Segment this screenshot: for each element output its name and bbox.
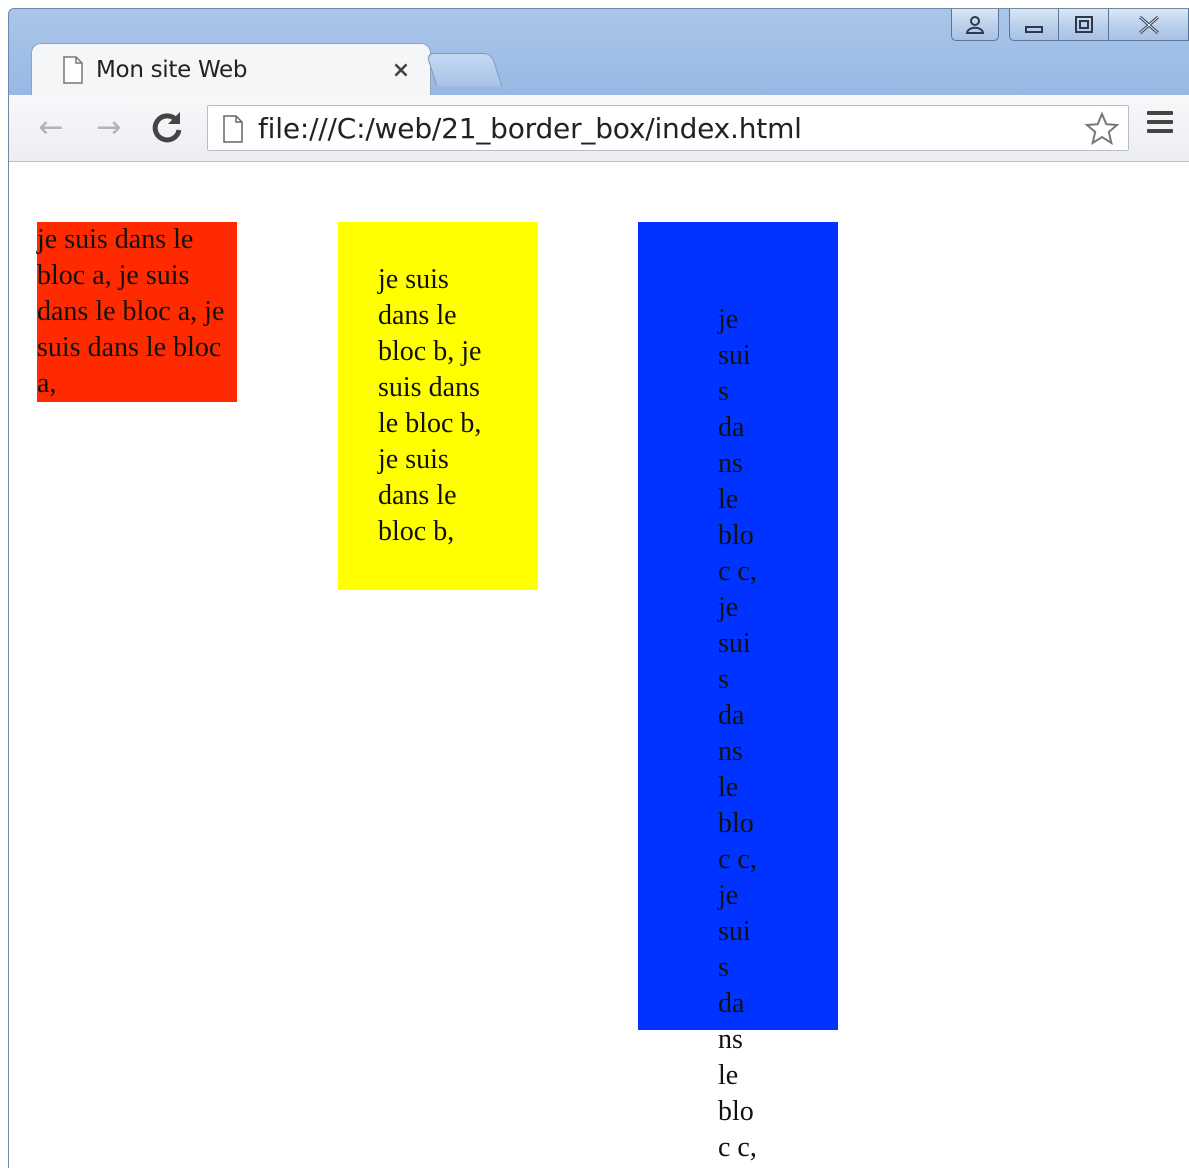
forward-arrow-icon: → [96, 109, 122, 145]
tab-active[interactable]: Mon site Web × [31, 43, 431, 98]
address-bar[interactable]: file:///C:/web/21_border_box/index.html [207, 105, 1129, 151]
tab-title: Mon site Web [96, 57, 248, 83]
maximize-icon [1074, 15, 1093, 33]
page-icon [63, 56, 83, 84]
close-window-icon [1138, 15, 1159, 34]
star-icon[interactable] [1084, 111, 1120, 147]
back-button[interactable]: ← [29, 109, 73, 145]
browser-window: Mon site Web × ← → file:///C:/web/21_bor… [8, 8, 1189, 1168]
minimize-icon [1025, 25, 1043, 33]
url-text[interactable]: file:///C:/web/21_border_box/index.html [258, 112, 802, 145]
bloc-c: je suis dans le bloc c, je suis dans le … [638, 222, 838, 1163]
reload-icon [152, 112, 182, 143]
back-arrow-icon: ← [38, 109, 64, 145]
profile-button[interactable] [951, 9, 999, 41]
close-window-button[interactable] [1109, 9, 1189, 41]
new-tab-button[interactable] [425, 53, 503, 86]
profile-icon [965, 15, 985, 34]
page-content: je suis dans le bloc a, je suis dans le … [9, 162, 1189, 1168]
reload-button[interactable] [145, 109, 189, 145]
menu-icon[interactable] [1147, 111, 1173, 139]
bloc-a: je suis dans le bloc a, je suis dans le … [37, 222, 237, 402]
maximize-button[interactable] [1059, 9, 1109, 41]
title-bar: Mon site Web × [9, 9, 1189, 98]
minimize-button[interactable] [1009, 9, 1059, 41]
page-icon [223, 115, 243, 143]
caption-buttons [951, 9, 1189, 41]
bloc-b: je suis dans le bloc b, je suis dans le … [338, 222, 538, 590]
forward-button[interactable]: → [87, 109, 131, 145]
tab-close-icon[interactable]: × [388, 58, 414, 83]
toolbar: ← → file:///C:/web/21_border_box/index.h… [9, 95, 1189, 162]
